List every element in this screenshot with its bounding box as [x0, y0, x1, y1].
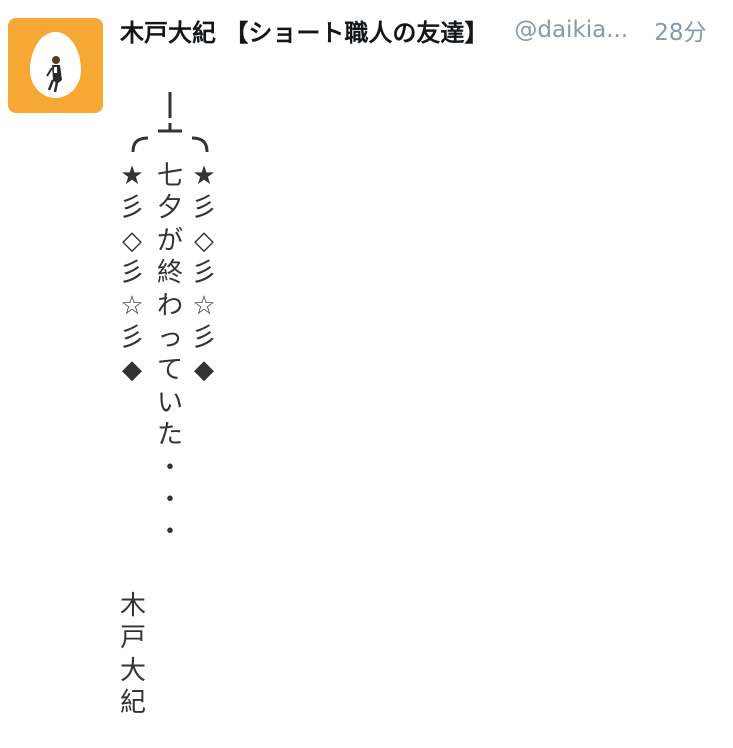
star-column-left: ★ 彡 ◇ 彡 ☆ 彡 ◆ — [114, 160, 150, 387]
text-char: ・ — [156, 452, 183, 483]
bamboo-ornament-icon — [131, 92, 209, 153]
text-char: ◆ — [194, 355, 214, 386]
message-column: 七 夕 が 終 わ っ て い た ・ ・ ・ — [152, 160, 188, 549]
text-char: ★ — [192, 161, 216, 191]
text-char: た — [156, 420, 183, 451]
text-char: 大 — [119, 655, 146, 686]
text-char: わ — [156, 290, 183, 321]
text-char: 彡 — [190, 323, 217, 354]
text-char: ★ — [120, 161, 144, 191]
text-char: ・ — [156, 517, 183, 548]
text-char: 夕 — [156, 193, 183, 224]
text-char: ・ — [156, 485, 183, 516]
text-char: 終 — [156, 258, 183, 289]
tweet: 木戸大紀 【ショート職人の友達】 @daikia... 28分 ★ 彡 ◇ 彡 … — [0, 0, 733, 748]
text-char: 彡 — [118, 193, 145, 224]
text-char: 彡 — [118, 323, 145, 354]
text-char: 紀 — [119, 688, 146, 719]
text-char: 七 — [156, 161, 183, 191]
text-char: ◆ — [122, 355, 142, 386]
text-char: 彡 — [118, 258, 145, 289]
signature-column: 木 戸 大 紀 — [115, 590, 151, 720]
text-char: 彡 — [190, 193, 217, 224]
text-char: ◇ — [194, 225, 214, 256]
star-column-right: ★ 彡 ◇ 彡 ☆ 彡 ◆ — [186, 160, 222, 387]
text-char: 木 — [119, 591, 146, 621]
text-char: 戸 — [119, 623, 146, 654]
text-char: が — [156, 225, 183, 256]
text-char: て — [156, 355, 183, 386]
text-char: ☆ — [120, 290, 144, 321]
text-char: ☆ — [192, 290, 216, 321]
text-char: ◇ — [122, 225, 142, 256]
text-char: っ — [156, 323, 183, 354]
text-char: い — [156, 387, 183, 418]
text-char: 彡 — [190, 258, 217, 289]
